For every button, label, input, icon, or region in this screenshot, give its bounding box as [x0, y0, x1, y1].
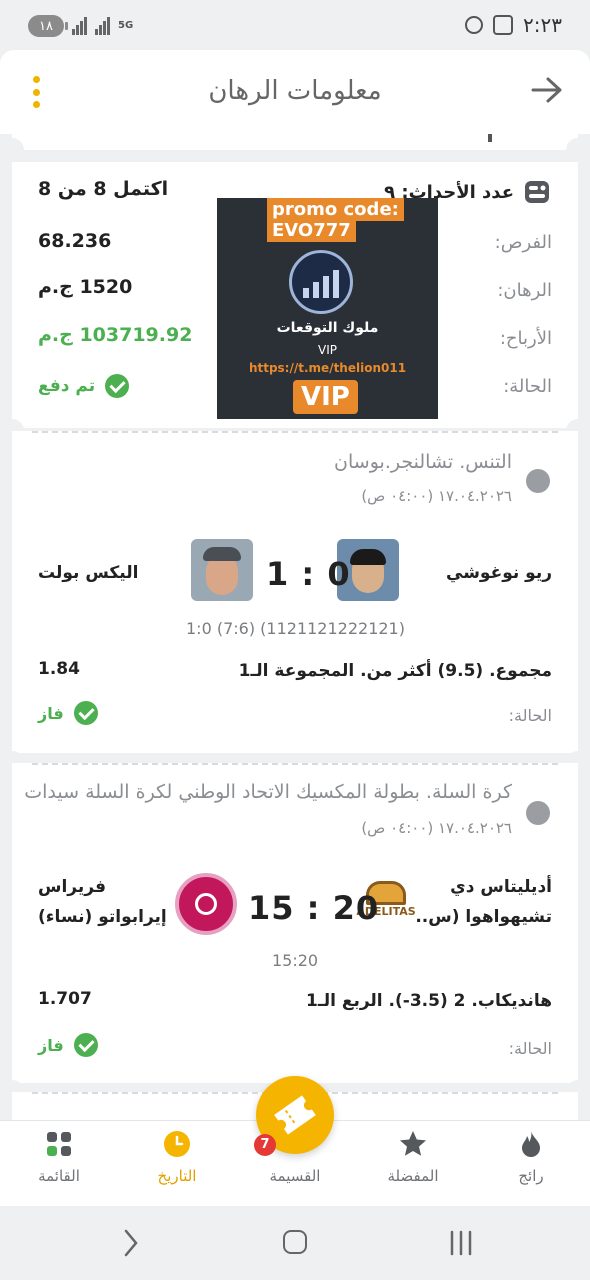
event-date: ١٧.٠٤.٢٠٢٦ (٠٤:٠٠ ص)	[361, 819, 512, 837]
nav-menu[interactable]: القائمة	[0, 1121, 118, 1207]
screenshot-icon	[493, 15, 514, 35]
team1-name: ريو نوغوشي	[446, 563, 552, 583]
dashed-separator	[32, 763, 558, 765]
event-status-text: فاز	[38, 1035, 64, 1055]
event-status: فاز	[38, 701, 98, 725]
fire-icon	[522, 1131, 540, 1157]
winnings-value: 103719.92 ج.م	[38, 324, 193, 346]
promo-code-value: EVO777	[267, 219, 356, 242]
player2-avatar	[191, 539, 253, 601]
home-icon[interactable]	[283, 1230, 307, 1254]
status-bar: ١٨ 5G ٢:٢٣	[0, 0, 590, 50]
signal-icon	[72, 17, 87, 35]
basketball-icon	[526, 801, 550, 825]
odd-value: 1.84	[38, 659, 80, 679]
truncated-text	[488, 134, 492, 142]
period-score: 15:20	[272, 951, 319, 970]
winnings-label: الأرباح:	[499, 328, 552, 349]
nav-history[interactable]: التاريخ	[118, 1121, 236, 1207]
tennis-ball-icon	[526, 469, 550, 493]
team1-name-line1: أديليتاس دي	[450, 877, 552, 897]
dashed-separator	[32, 431, 558, 433]
page-title: معلومات الرهان	[208, 76, 382, 106]
match-score: 1 : 0	[266, 555, 351, 593]
match-score: 15 : 20	[248, 889, 380, 927]
app-header: معلومات الرهان	[0, 50, 590, 134]
call-icon	[465, 16, 484, 34]
event-date: ١٧.٠٤.٢٠٢٦ (٠٤:٠٠ ص)	[361, 487, 512, 505]
promo-vip-badge: VIP	[293, 380, 358, 414]
event-card-tennis[interactable]: التنس. تشالنجر.بوسان ١٧.٠٤.٢٠٢٦ (٠٤:٠٠ ص…	[12, 431, 578, 753]
back-arrow-icon[interactable]	[530, 75, 564, 105]
event-title: التنس. تشالنجر.بوسان	[334, 451, 512, 473]
event-card-basketball[interactable]: كرة السلة. بطولة المكسيك الاتحاد الوطني …	[12, 763, 578, 1083]
set-scores: 1:0 (7:6) (1121121222121)	[186, 619, 405, 638]
promo-code-label: promo code:	[267, 198, 404, 221]
betslip-count-badge: 7	[254, 1134, 276, 1156]
market-name: مجموع. (9.5) أكثر من. المجموعة الـ1	[238, 661, 552, 681]
promo-channel-name: ملوك التوقعات	[276, 320, 379, 336]
event-status-label: الحالة:	[508, 1039, 552, 1058]
status-label: الحالة:	[503, 376, 552, 397]
nav-favorites[interactable]: المفضلة	[354, 1121, 472, 1207]
check-icon	[73, 1033, 98, 1057]
event-status-text: فاز	[38, 703, 64, 723]
promo-banner[interactable]: promo code: EVO777 ملوك التوقعات VIP htt…	[217, 198, 438, 419]
event-status-label: الحالة:	[508, 706, 552, 725]
odds-value: 68.236	[38, 230, 112, 252]
completed-count: اكتمل 8 من 8	[38, 178, 169, 200]
market-name: هانديكاب. 2 (3.5-). الربع الـ1	[306, 991, 552, 1011]
status-paid-text: تم دفع	[38, 376, 96, 396]
grid-icon	[47, 1132, 71, 1156]
nav-label: القسيمة	[269, 1167, 321, 1185]
bet-summary-card: عدد الأحداث: ٩ اكتمل 8 من 8 الفرص: 68.23…	[12, 162, 578, 428]
nav-trending[interactable]: رائج	[472, 1121, 590, 1207]
network-type: 5G	[118, 20, 134, 31]
ticket-notch	[0, 138, 24, 162]
event-title: كرة السلة. بطولة المكسيك الاتحاد الوطني …	[24, 781, 512, 803]
stake-label: الرهان:	[497, 280, 552, 301]
team2-name-line1: فريراس	[38, 877, 106, 897]
nav-label: القائمة	[38, 1167, 80, 1185]
bet-details-scroll[interactable]: عدد الأحداث: ٩ اكتمل 8 من 8 الفرص: 68.23…	[0, 134, 590, 1120]
chart-bars-icon	[303, 268, 339, 298]
team2-name-line2: إيرابواتو (نساء)	[38, 907, 167, 927]
nav-label: التاريخ	[157, 1167, 197, 1185]
nav-label: المفضلة	[387, 1167, 439, 1185]
recents-icon[interactable]	[448, 1230, 474, 1256]
ticket-notch	[566, 138, 590, 162]
star-icon	[400, 1131, 426, 1156]
odd-value: 1.707	[38, 989, 92, 1009]
stake-value: 1520 ج.م	[38, 276, 133, 298]
status-time: ٢:٢٣	[523, 13, 562, 37]
status-left: ١٨ 5G	[28, 15, 133, 37]
status-paid: تم دفع	[38, 374, 130, 398]
status-right: ٢:٢٣	[465, 13, 562, 37]
promo-vip-small: VIP	[318, 343, 337, 357]
check-icon	[105, 374, 130, 398]
system-navigation	[0, 1206, 590, 1280]
previous-card-fragment	[12, 134, 578, 150]
promo-url[interactable]: https://t.me/thelion011	[217, 361, 438, 375]
event-status: فاز	[38, 1033, 98, 1057]
team2-logo	[175, 873, 237, 935]
odds-label: الفرص:	[494, 232, 552, 253]
team2-name: اليكس بولت	[38, 563, 139, 583]
battery-indicator: ١٨	[28, 15, 68, 37]
signal-icon-2	[95, 17, 110, 35]
nav-label: رائج	[518, 1167, 544, 1185]
chevron-back-icon[interactable]	[118, 1228, 142, 1258]
check-icon	[73, 701, 98, 725]
events-icon	[525, 181, 549, 203]
clock-icon	[164, 1131, 190, 1157]
team1-name-line2: تشيهواهوا (س..	[415, 907, 552, 927]
